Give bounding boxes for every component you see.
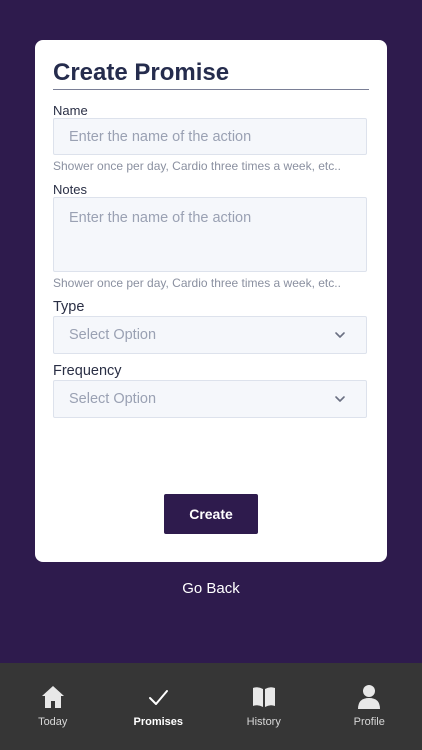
type-select[interactable]: Select Option [53, 316, 367, 354]
notes-hint: Shower once per day, Cardio three times … [53, 276, 341, 290]
notes-textarea[interactable]: Enter the name of the action [53, 197, 367, 272]
type-value: Select Option [69, 327, 157, 343]
tab-today[interactable]: Today [0, 663, 106, 750]
notes-label: Notes [53, 182, 87, 197]
tab-label: History [246, 716, 281, 728]
create-button[interactable]: Create [164, 494, 258, 534]
name-input[interactable]: Enter the name of the action [53, 118, 367, 155]
tab-history[interactable]: History [211, 663, 317, 750]
name-label: Name [53, 103, 88, 118]
tab-label: Profile [353, 716, 385, 728]
bottom-tab-bar: Today Promises History Profile [0, 663, 422, 750]
notes-placeholder: Enter the name of the action [69, 210, 252, 226]
tab-label: Today [38, 716, 68, 728]
type-label: Type [53, 299, 85, 315]
frequency-label: Frequency [53, 363, 122, 379]
frequency-value: Select Option [69, 391, 157, 407]
book-icon [252, 687, 275, 707]
person-icon [358, 685, 381, 709]
tab-profile[interactable]: Profile [317, 663, 422, 750]
frequency-select[interactable]: Select Option [53, 380, 367, 418]
checkmark-icon [149, 690, 169, 705]
tab-label: Promises [133, 716, 184, 728]
chevron-down-icon [335, 396, 345, 402]
home-icon [41, 686, 64, 708]
go-back-link[interactable]: Go Back [0, 580, 422, 597]
chevron-down-icon [335, 332, 345, 338]
tab-promises[interactable]: Promises [106, 663, 212, 750]
name-placeholder: Enter the name of the action [69, 129, 252, 145]
create-promise-card: Create Promise Name Enter the name of th… [35, 40, 387, 562]
page-title: Create Promise [53, 59, 369, 90]
name-hint: Shower once per day, Cardio three times … [53, 159, 341, 173]
